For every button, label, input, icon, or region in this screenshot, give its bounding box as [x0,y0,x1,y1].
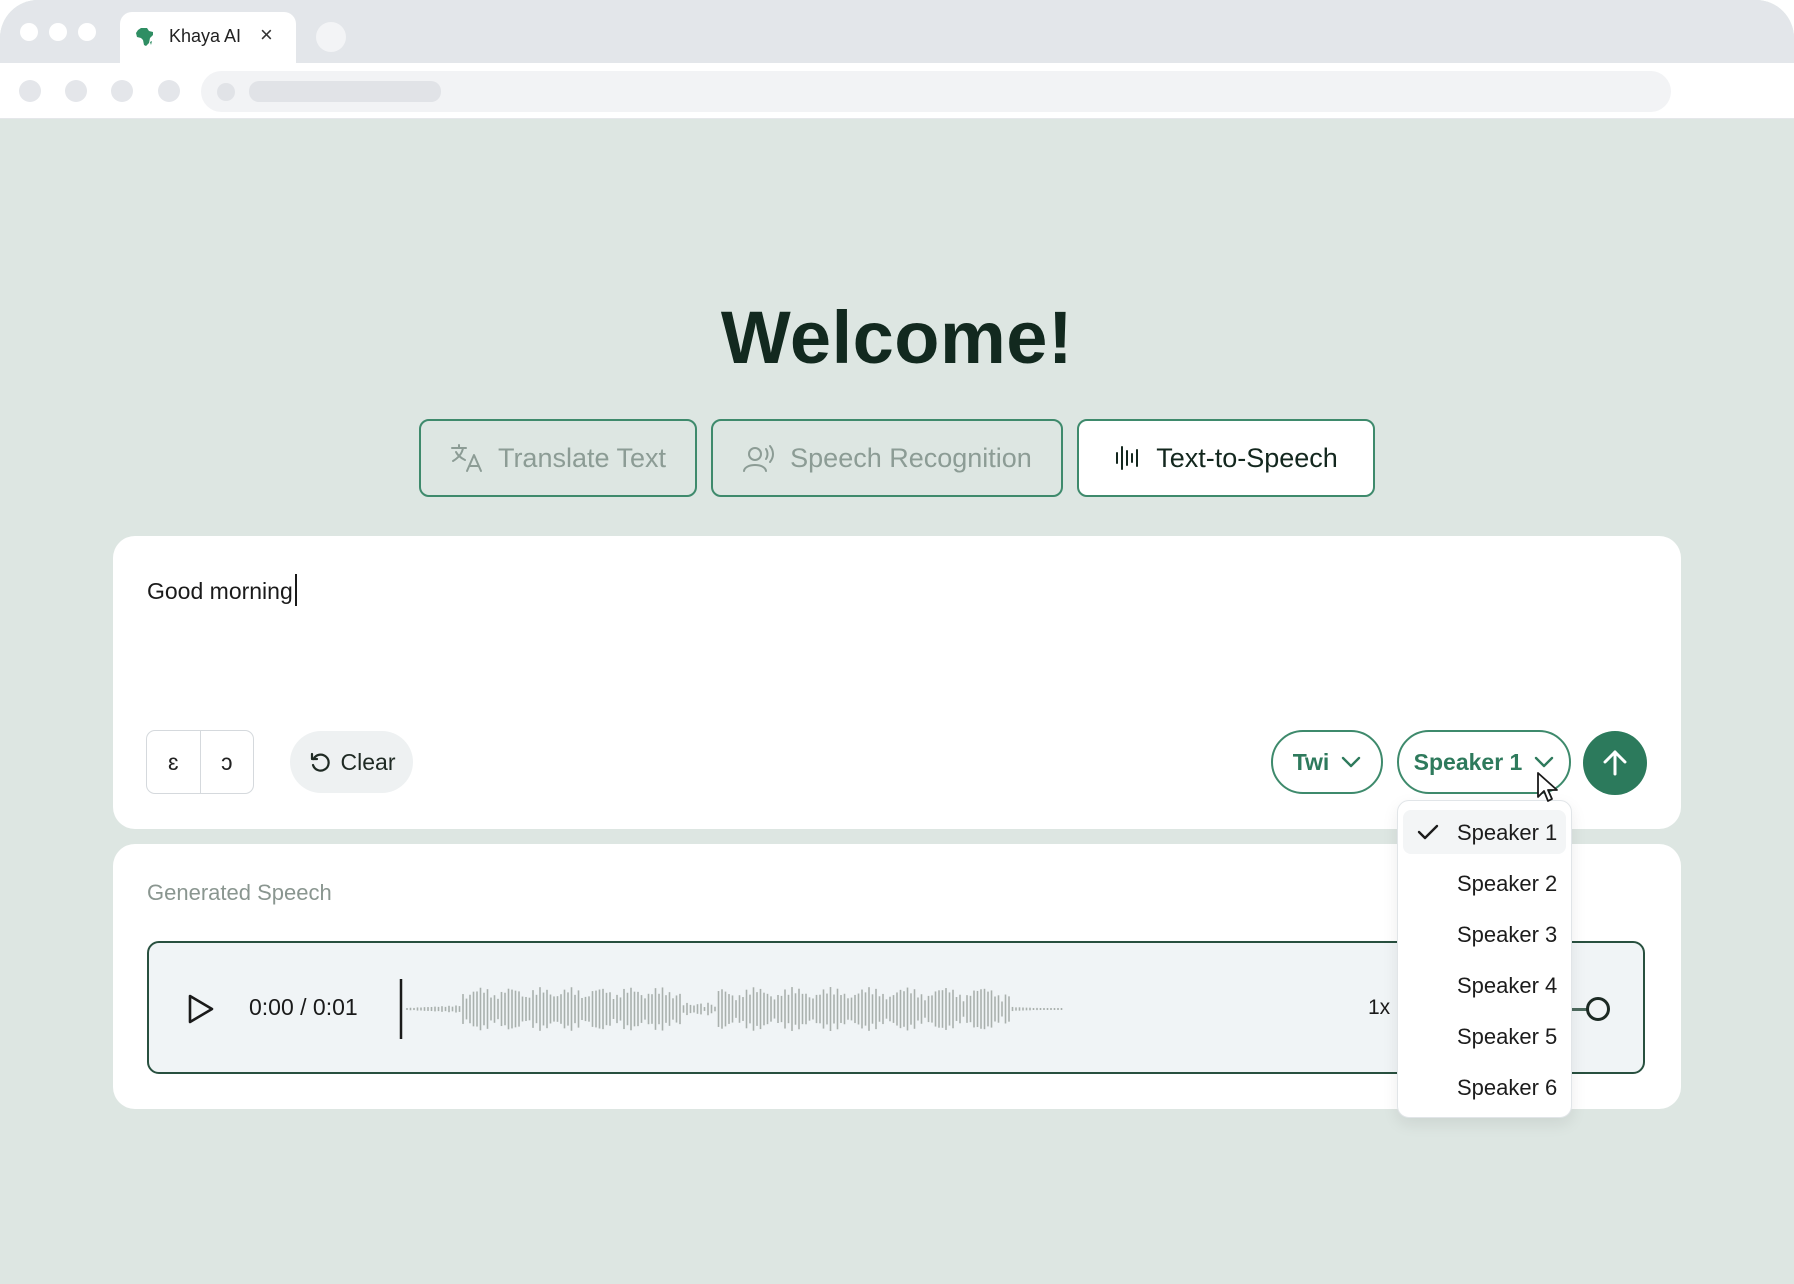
forward-button[interactable] [65,80,87,102]
speaker-option-3[interactable]: Speaker 3 [1403,912,1566,956]
submit-button[interactable] [1583,731,1647,795]
char-key-epsilon[interactable]: ɛ [147,731,200,793]
speaker-value: Speaker 1 [1413,748,1523,775]
tab-translate-text[interactable]: Translate Text [419,419,697,497]
tab-close-icon[interactable]: × [260,24,273,46]
text-input[interactable]: Good morning [147,574,297,606]
speaker-option-label: Speaker 6 [1457,1075,1558,1100]
tab-speech-recognition[interactable]: Speech Recognition [711,419,1063,497]
reload-button[interactable] [111,80,133,102]
speaker-option-label: Speaker 3 [1457,922,1558,947]
play-icon[interactable] [187,993,215,1025]
browser-tab[interactable]: Khaya AI × [120,12,296,63]
clear-label: Clear [340,748,396,775]
input-text-value: Good morning [147,578,293,604]
speaker-option-1[interactable]: Speaker 1 [1403,810,1566,854]
tab-title: Khaya AI [169,26,242,46]
window-minimize-dot[interactable] [49,23,67,41]
tab-bar: Khaya AI × [0,0,1794,63]
speaker-option-label: Speaker 2 [1457,871,1558,896]
audio-wave-icon [1116,446,1139,470]
volume-knob[interactable] [1586,997,1610,1021]
back-button[interactable] [19,80,41,102]
new-tab-button[interactable] [316,22,346,52]
africa-logo-icon [136,28,153,46]
special-char-keys: ɛ ɔ [146,730,254,794]
mouse-cursor-icon [1537,772,1558,802]
speaker-option-5[interactable]: Speaker 5 [1403,1014,1566,1058]
speaker-option-6[interactable]: Speaker 6 [1403,1065,1566,1109]
language-value: Twi [1292,748,1330,775]
home-button[interactable] [158,80,180,102]
speaker-option-label: Speaker 5 [1457,1024,1558,1049]
text-caret [294,574,297,606]
clear-button[interactable]: Clear [290,731,413,793]
char-key-open-o[interactable]: ɔ [199,731,254,793]
tab-text-to-speech-label: Text-to-Speech [1156,442,1338,473]
site-info-icon [217,83,235,101]
chevron-down-icon [1535,756,1554,768]
waveform-scrubber[interactable] [399,977,1119,1041]
tab-translate-text-label: Translate Text [497,442,667,473]
browser-window: Khaya AI × Welcome! Translate Text Speec… [0,0,1794,1284]
language-select[interactable]: Twi [1271,730,1383,794]
playback-time: 0:00 / 0:01 [249,994,358,1020]
playback-speed[interactable]: 1x [1368,996,1390,1020]
translate-icon [450,444,482,472]
speaker-voice-icon [743,445,775,472]
address-bar[interactable] [201,71,1671,112]
speaker-option-label: Speaker 1 [1457,820,1558,845]
reset-icon [310,752,330,772]
tab-text-to-speech[interactable]: Text-to-Speech [1077,419,1375,497]
speaker-dropdown-menu: Speaker 1 Speaker 2 Speaker 3 Speaker 4 … [1397,800,1572,1118]
speaker-option-4[interactable]: Speaker 4 [1403,963,1566,1007]
window-maximize-dot[interactable] [78,23,96,41]
window-close-dot[interactable] [20,23,38,41]
speaker-option-label: Speaker 4 [1457,973,1558,998]
browser-toolbar [0,63,1794,119]
generated-speech-label: Generated Speech [147,880,332,905]
arrow-up-icon [1603,750,1627,776]
url-placeholder [249,81,441,102]
check-icon [1417,824,1439,840]
text-input-card: Good morning ɛ ɔ Clear Twi Speaker 1 [113,536,1681,829]
chevron-down-icon [1342,756,1361,768]
page-title: Welcome! [720,296,1074,379]
tab-speech-recognition-label: Speech Recognition [790,442,1032,473]
speaker-option-2[interactable]: Speaker 2 [1403,861,1566,905]
